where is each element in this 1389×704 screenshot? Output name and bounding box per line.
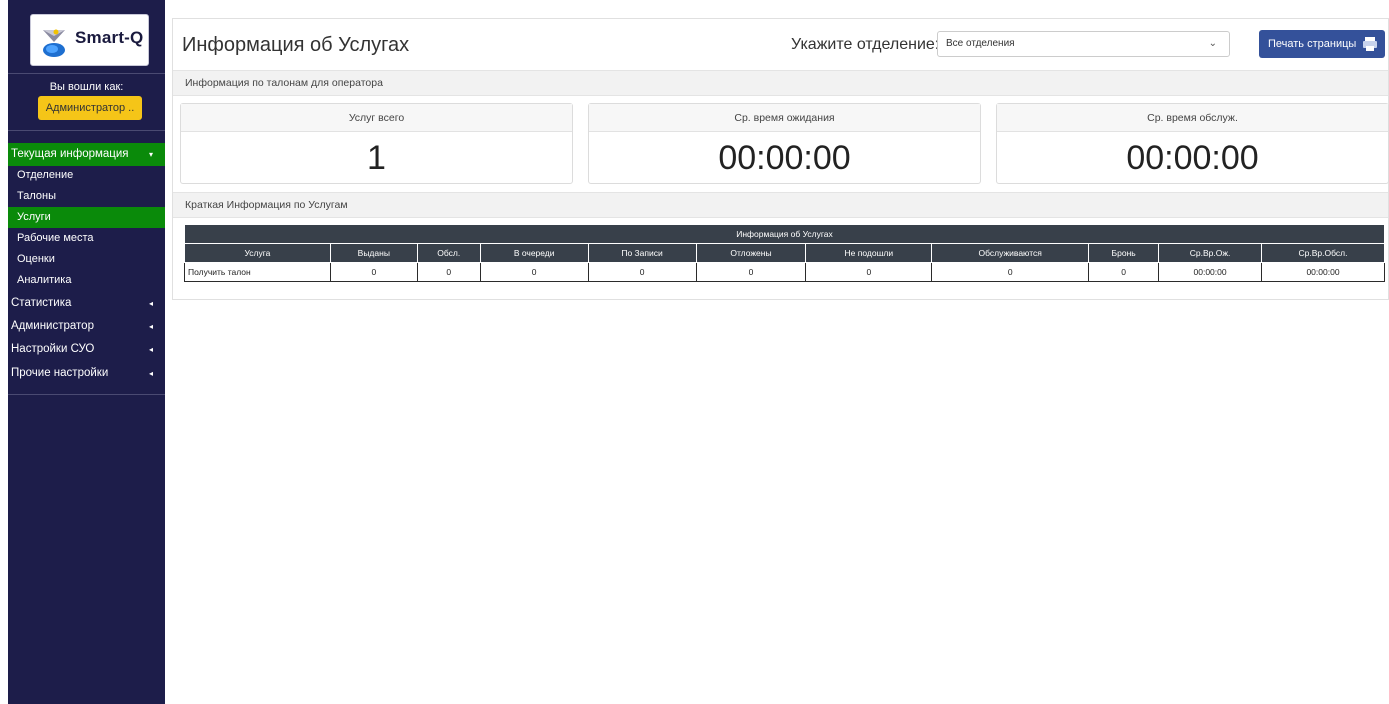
stat-card-label: Услуг всего xyxy=(181,104,572,132)
column-header[interactable]: Выданы xyxy=(329,243,418,263)
table-cell: 00:00:00 xyxy=(1261,262,1385,282)
table-cell: 0 xyxy=(931,262,1090,282)
menu-current-info[interactable]: Текущая информация ▾ xyxy=(8,143,165,166)
sidebar-divider xyxy=(8,73,165,74)
services-table: Информация об Услугах Услуга Выданы Обсл… xyxy=(184,224,1385,282)
sidebar: Smart-Q Вы вошли как: Администратор .. Т… xyxy=(0,0,165,704)
table-caption: Информация об Услугах xyxy=(184,224,1385,244)
menu-label: Прочие настройки xyxy=(11,367,109,379)
print-page-button[interactable]: Печать страницы xyxy=(1259,30,1385,58)
print-button-label: Печать страницы xyxy=(1268,38,1357,50)
stat-card-label: Ср. время ожидания xyxy=(589,104,980,132)
logo-text: Smart-Q xyxy=(75,28,144,47)
stat-card-value: 00:00:00 xyxy=(718,139,851,177)
menu-label: Настройки СУО xyxy=(11,343,95,355)
table-cell: Получить талон xyxy=(184,262,331,282)
menu-other-settings[interactable]: Прочие настройки ◂ xyxy=(8,362,165,385)
table-cell: 0 xyxy=(695,262,807,282)
table-cell: 0 xyxy=(1088,262,1160,282)
stat-card-avg-service: Ср. время обслуж. 00:00:00 xyxy=(996,103,1389,184)
column-header[interactable]: Обсл. xyxy=(416,243,481,263)
table-cell: 0 xyxy=(587,262,697,282)
submenu-department[interactable]: Отделение xyxy=(8,165,165,186)
chevron-left-icon: ◂ xyxy=(148,299,153,308)
table-cell: 0 xyxy=(416,262,481,282)
operator-section-header: Информация по талонам для оператора xyxy=(173,70,1388,96)
menu-queue-settings[interactable]: Настройки СУО ◂ xyxy=(8,338,165,361)
department-select[interactable]: Все отделения ⌄ xyxy=(937,31,1230,57)
stat-card-total-services: Услуг всего 1 xyxy=(180,103,573,184)
table-header-row: Услуга Выданы Обсл. В очереди По Записи … xyxy=(184,243,1385,263)
column-header[interactable]: Услуга xyxy=(184,243,331,263)
table-cell: 0 xyxy=(479,262,589,282)
sidebar-divider xyxy=(8,130,165,131)
department-label: Укажите отделение: xyxy=(791,36,940,53)
column-header[interactable]: Обслуживаются xyxy=(931,243,1090,263)
sidebar-divider xyxy=(8,394,165,395)
table-row[interactable]: Получить талон 0 0 0 0 0 0 0 0 00:00:00 … xyxy=(184,262,1385,282)
menu-label: Текущая информация xyxy=(11,148,129,160)
sidebar-inner: Smart-Q Вы вошли как: Администратор .. Т… xyxy=(8,0,165,704)
stat-card-value: 1 xyxy=(367,139,386,177)
printer-icon xyxy=(1363,37,1377,51)
menu-statistics[interactable]: Статистика ◂ xyxy=(8,292,165,315)
column-header[interactable]: Отложены xyxy=(695,243,807,263)
smart-q-logo-icon xyxy=(43,29,65,57)
sidebar-left-stripe xyxy=(0,0,8,704)
main-panel: Информация об Услугах Укажите отделение:… xyxy=(172,18,1389,300)
stat-card-value: 00:00:00 xyxy=(1126,139,1259,177)
submenu-tickets[interactable]: Талоны xyxy=(8,186,165,207)
column-header[interactable]: Ср.Вр.Обсл. xyxy=(1261,243,1385,263)
menu-administrator[interactable]: Администратор ◂ xyxy=(8,315,165,338)
department-select-value: Все отделения xyxy=(946,38,1015,49)
stat-card-avg-wait: Ср. время ожидания 00:00:00 xyxy=(588,103,981,184)
table-cell: 00:00:00 xyxy=(1158,262,1263,282)
summary-section-header: Краткая Информация по Услугам xyxy=(173,192,1388,218)
column-header[interactable]: Не подошли xyxy=(805,243,933,263)
submenu-analytics[interactable]: Аналитика xyxy=(8,270,165,291)
chevron-left-icon: ◂ xyxy=(148,345,153,354)
chevron-down-icon: ⌄ xyxy=(1208,38,1217,49)
column-header[interactable]: В очереди xyxy=(479,243,589,263)
user-button[interactable]: Администратор .. xyxy=(38,96,142,120)
menu-label: Администратор xyxy=(11,320,94,332)
stat-card-label: Ср. время обслуж. xyxy=(997,104,1388,132)
column-header[interactable]: По Записи xyxy=(587,243,697,263)
menu-label: Статистика xyxy=(11,297,72,309)
table-cell: 0 xyxy=(805,262,933,282)
chevron-down-icon: ▾ xyxy=(148,150,153,159)
logo[interactable]: Smart-Q xyxy=(30,14,149,66)
chevron-left-icon: ◂ xyxy=(148,369,153,378)
submenu-workplaces[interactable]: Рабочие места xyxy=(8,228,165,249)
chevron-left-icon: ◂ xyxy=(148,322,153,331)
login-label: Вы вошли как: xyxy=(49,81,124,93)
page-title: Информация об Услугах xyxy=(182,34,410,56)
submenu-ratings[interactable]: Оценки xyxy=(8,249,165,270)
column-header[interactable]: Ср.Вр.Ож. xyxy=(1158,243,1263,263)
column-header[interactable]: Бронь xyxy=(1088,243,1160,263)
submenu-services[interactable]: Услуги xyxy=(8,207,165,228)
table-cell: 0 xyxy=(329,262,418,282)
